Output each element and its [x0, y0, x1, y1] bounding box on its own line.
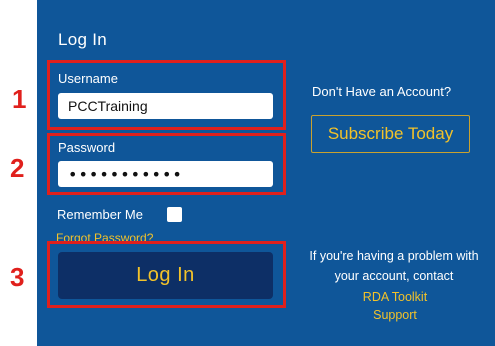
help-text: If you're having a problem with your acc… [309, 249, 479, 283]
annotation-box-login [47, 241, 286, 308]
annotation-box-password [47, 133, 286, 195]
support-link[interactable]: RDA Toolkit Support [340, 288, 450, 324]
remember-me-label: Remember Me [57, 207, 143, 222]
annotation-step-2: 2 [10, 153, 25, 183]
remember-me-checkbox[interactable] [167, 207, 182, 222]
annotation-box-username [47, 60, 286, 130]
no-account-text: Don't Have an Account? [312, 84, 452, 99]
login-screen: Log In Username Password Remember Me For… [0, 0, 495, 346]
subscribe-button[interactable]: Subscribe Today [311, 115, 470, 153]
annotation-step-1: 1 [12, 84, 27, 114]
annotation-step-3: 3 [10, 262, 25, 292]
form-title: Log In [58, 30, 108, 49]
